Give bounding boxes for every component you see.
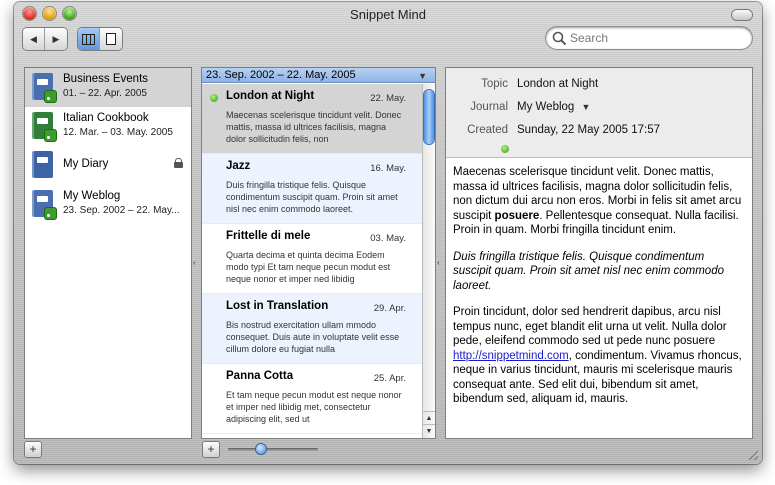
three-column-view-button[interactable]	[78, 28, 100, 50]
journal-book-icon	[32, 73, 56, 102]
journal-date-range: 01. – 22. Apr. 2005	[63, 88, 147, 99]
forward-button[interactable]: ▶	[45, 28, 67, 50]
chevron-down-icon: ▼	[418, 71, 427, 81]
body-text-run: Proin tincidunt, dolor sed hendrerit dap…	[453, 306, 727, 347]
journal-value: My Weblog	[517, 101, 575, 113]
entry-item[interactable]: Lost in Translation 29. Apr. Bis nostrud e…	[202, 294, 422, 364]
journal-name: Business Events	[63, 73, 149, 85]
journal-item[interactable]: My Weblog 23. Sep. 2002 – 22. May...	[25, 185, 191, 224]
vertical-scrollbar[interactable]: ▲ ▼	[422, 84, 435, 438]
body-link[interactable]: http://snippetmind.com	[453, 350, 569, 362]
journal-item[interactable]: Italian Cookbook 12. Mar. – 03. May. 2005	[25, 107, 191, 146]
journal-book-icon	[32, 190, 56, 219]
journal-popup[interactable]: My Weblog ▼	[517, 101, 590, 113]
date-range-label: 23. Sep. 2002 – 22. May. 2005	[206, 69, 356, 81]
journal-name: My Weblog	[63, 190, 121, 202]
three-column-icon	[82, 33, 95, 45]
date-range-selector[interactable]: 23. Sep. 2002 – 22. May. 2005 ▼	[202, 68, 435, 83]
entry-item[interactable]: London at Night 22. May. Maecenas sceleris…	[202, 84, 422, 154]
entry-date: 16. May.	[370, 163, 406, 174]
book-label	[37, 196, 48, 202]
journal-book-icon	[32, 151, 56, 180]
book-label	[37, 157, 48, 163]
search-input[interactable]	[570, 31, 740, 45]
rss-feed-icon	[45, 208, 56, 219]
journal-item[interactable]: My Diary	[25, 146, 191, 185]
book-cover	[32, 151, 53, 178]
entry-excerpt: Et tam neque pecun modut est neque nonor…	[226, 390, 402, 424]
single-column-view-button[interactable]	[100, 28, 122, 50]
app-window: Snippet Mind ◀ ▶ Business Events 01. – 22…	[14, 2, 762, 464]
journal-list: Business Events 01. – 22. Apr. 2005 Italia…	[25, 68, 191, 438]
splitter-handle-icon[interactable]: ‹	[193, 258, 196, 267]
journal-date-range: 23. Sep. 2002 – 22. May...	[63, 205, 180, 216]
window-title: Snippet Mind	[350, 7, 426, 22]
navigation-segmented-control: ◀ ▶	[23, 28, 67, 50]
entry-excerpt: Quarta decima et quinta decima Eodem mod…	[226, 250, 391, 284]
status-dot-icon	[210, 94, 218, 102]
entry-list: London at Night 22. May. Maecenas sceleris…	[202, 84, 422, 438]
status-dot-icon	[501, 145, 509, 153]
created-value: Sunday, 22 May 2005 17:57	[517, 124, 661, 136]
journal-date-range: 12. Mar. – 03. May. 2005	[63, 127, 173, 138]
entry-excerpt: Bis nostrud exercitation ullam mmodo con…	[226, 320, 400, 354]
journal-name: My Diary	[63, 158, 109, 170]
journal-name: Italian Cookbook	[63, 112, 149, 124]
entry-date: 03. May.	[370, 233, 406, 244]
search-field[interactable]	[546, 27, 752, 49]
entry-excerpt: Duis fringilla tristique felis. Quisque …	[226, 180, 398, 214]
entry-date: 29. Apr.	[373, 303, 406, 314]
chevron-down-icon: ▼	[581, 102, 591, 112]
entry-metadata: Topic London at Night Journal My Weblog …	[446, 68, 752, 158]
journal-label: Journal	[470, 101, 508, 113]
created-label: Created	[467, 124, 508, 136]
book-label	[37, 118, 48, 124]
add-entry-button[interactable]: +	[203, 442, 219, 457]
journal-item[interactable]: Business Events 01. – 22. Apr. 2005	[25, 68, 191, 107]
rss-feed-icon	[45, 91, 56, 102]
entry-item[interactable]: Jazz 16. May. Duis fringilla tristique fel…	[202, 154, 422, 224]
view-mode-segmented-control	[78, 28, 122, 50]
entry-detail-panel: Topic London at Night Journal My Weblog …	[446, 68, 752, 438]
entry-date: 22. May.	[370, 93, 406, 104]
topic-label: Topic	[481, 78, 508, 90]
entry-item[interactable]: Frittelle di mele 03. May. Quarta decima e…	[202, 224, 422, 294]
journal-book-icon	[32, 112, 56, 141]
lock-icon	[174, 158, 183, 168]
search-icon	[552, 31, 567, 45]
rss-feed-icon	[45, 130, 56, 141]
zoom-slider[interactable]	[228, 444, 318, 454]
add-journal-button[interactable]: +	[25, 442, 41, 457]
body-italic-text: Duis fringilla tristique felis. Quisque …	[453, 250, 724, 292]
scroll-up-arrow[interactable]: ▲	[423, 411, 435, 424]
resize-grip-icon[interactable]	[746, 448, 758, 460]
entry-item[interactable]: Panna Cotta 25. Apr. Et tam neque pecun mo…	[202, 364, 422, 434]
toolbar-toggle-button[interactable]	[732, 10, 752, 20]
single-pane-icon	[106, 33, 116, 45]
body-paragraph: Proin tincidunt, dolor sed hendrerit dap…	[453, 305, 745, 407]
scrollbar-thumb[interactable]	[424, 90, 434, 144]
body-bold-text: posuere	[494, 209, 540, 222]
entry-list-panel: 23. Sep. 2002 – 22. May. 2005 ▼ London a…	[202, 68, 435, 438]
entry-body[interactable]: Maecenas scelerisque tincidunt velit. Do…	[453, 165, 745, 419]
title-bar[interactable]: Snippet Mind	[14, 2, 762, 28]
body-paragraph: Maecenas scelerisque tincidunt velit. Do…	[453, 165, 745, 238]
entry-date: 25. Apr.	[373, 373, 406, 384]
back-button[interactable]: ◀	[23, 28, 45, 50]
topic-value[interactable]: London at Night	[517, 78, 598, 90]
body-paragraph: Duis fringilla tristique felis. Quisque …	[453, 250, 745, 294]
book-label	[37, 79, 48, 85]
slider-knob[interactable]	[256, 444, 266, 454]
scroll-down-arrow[interactable]: ▼	[423, 424, 435, 437]
splitter-handle-icon[interactable]: ‹	[437, 258, 440, 267]
entry-excerpt: Maecenas scelerisque tincidunt velit. Do…	[226, 110, 402, 144]
